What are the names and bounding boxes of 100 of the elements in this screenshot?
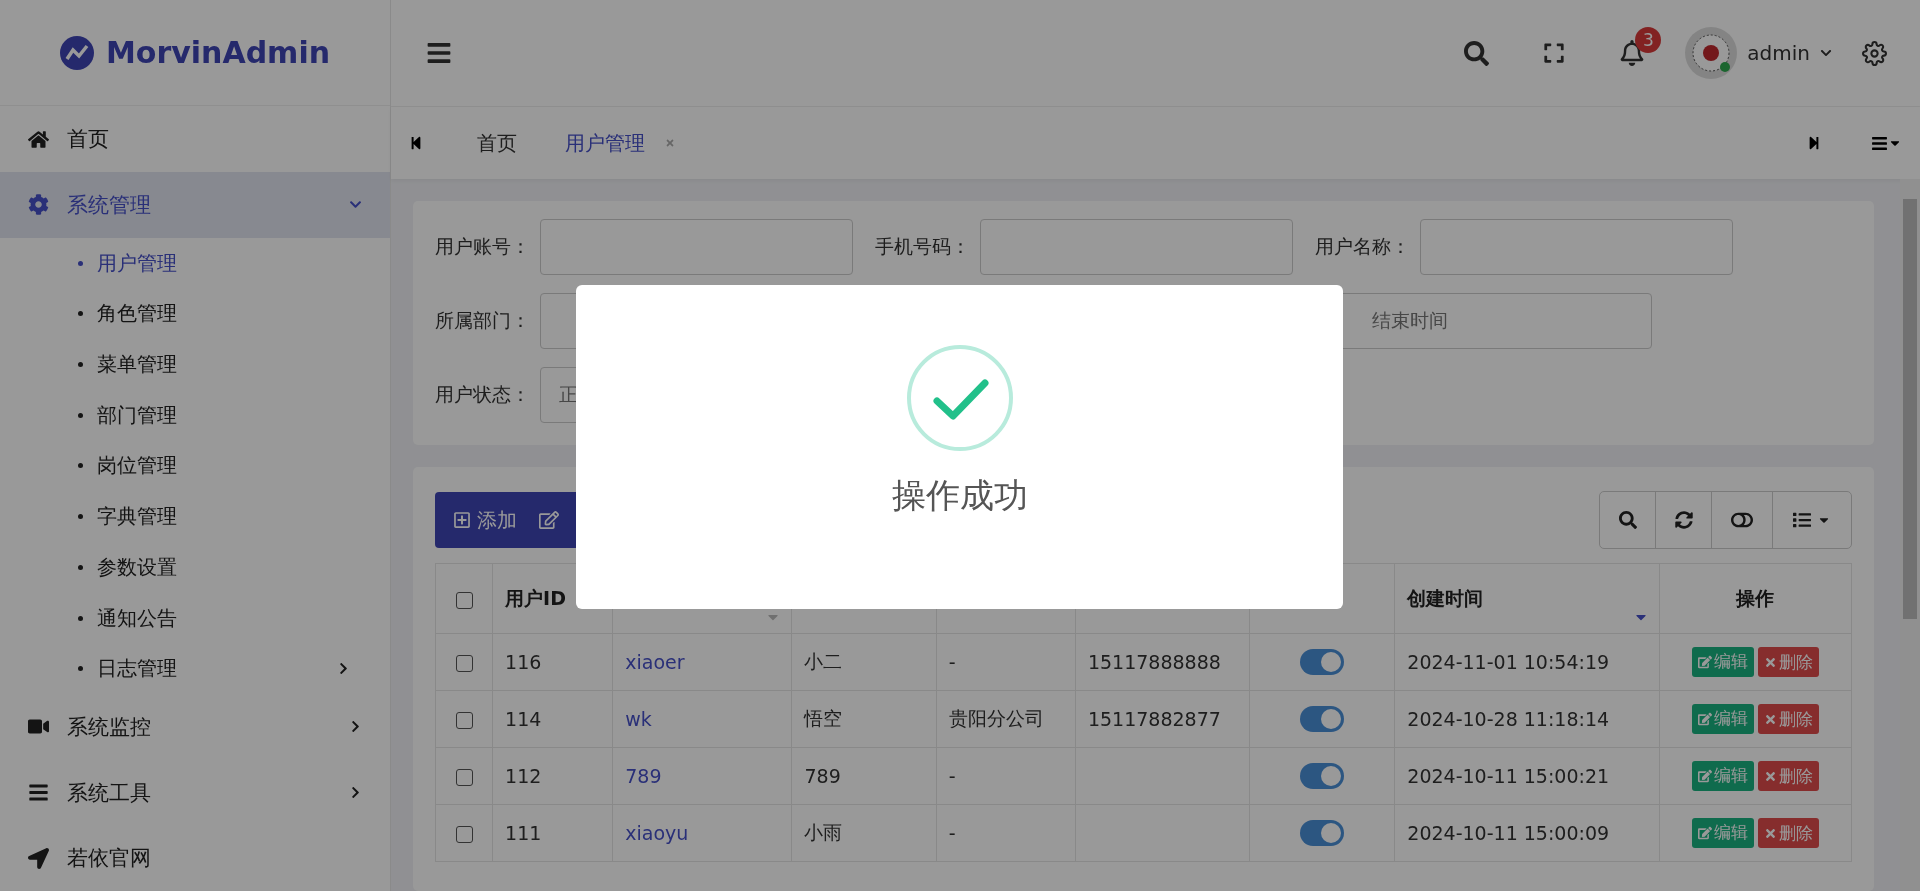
logo-icon <box>59 35 94 70</box>
avatar[interactable] <box>1685 27 1738 79</box>
table-cell: 15117888888 <box>1075 633 1250 691</box>
table-cell: 116 <box>492 633 613 691</box>
page-tab[interactable]: 用户管理 <box>541 129 699 157</box>
edit-icon[interactable] <box>539 510 559 530</box>
bullet-icon <box>78 463 83 469</box>
table-cell: 2024-10-11 15:00:21 <box>1394 747 1660 805</box>
delete-button[interactable]: 删除 <box>1757 818 1819 849</box>
page-tab[interactable]: 首页 <box>453 129 541 157</box>
account-link[interactable]: xiaoyu <box>625 822 689 844</box>
gear-icon <box>28 194 49 216</box>
checkbox[interactable] <box>455 712 473 729</box>
chevron-down-icon <box>1820 47 1832 59</box>
status-switch[interactable] <box>1300 820 1345 846</box>
table-cell: 悟空 <box>792 690 937 748</box>
table-cell: - <box>936 633 1076 691</box>
sidebar-subitem[interactable]: 部门管理 <box>0 389 390 441</box>
delete-button[interactable]: 删除 <box>1757 704 1819 735</box>
table-cell: 114 <box>492 690 613 748</box>
bullet-icon <box>78 412 83 418</box>
bullet-icon <box>78 311 83 317</box>
table-cell: 小二 <box>792 633 937 691</box>
check-icon <box>904 343 1015 453</box>
close-icon <box>1763 769 1777 783</box>
status-switch[interactable] <box>1300 763 1345 789</box>
edit-icon <box>1697 711 1712 726</box>
table-cell: - <box>936 804 1076 862</box>
fullscreen-icon[interactable] <box>1543 42 1566 64</box>
bullet-icon <box>78 615 83 621</box>
bullet-icon <box>78 514 83 520</box>
dialog-message: 操作成功 <box>891 474 1028 517</box>
input-field[interactable] <box>980 219 1293 275</box>
edit-icon <box>1697 654 1712 669</box>
input-field[interactable] <box>540 219 853 275</box>
sidebar-item[interactable]: 系统监控 <box>0 694 390 760</box>
edit-icon <box>1697 768 1712 783</box>
status-switch[interactable] <box>1300 706 1345 732</box>
close-icon <box>1763 712 1777 726</box>
field-label: 用户账号： <box>435 234 531 259</box>
column-header[interactable]: 操作 <box>1736 586 1775 609</box>
menu-icon[interactable] <box>426 40 452 66</box>
field-label: 用户状态： <box>435 382 531 407</box>
input-field[interactable] <box>1420 219 1733 275</box>
search-icon <box>1618 511 1637 529</box>
sidebar-item[interactable]: 首页 <box>0 106 390 173</box>
close-icon <box>1763 826 1777 840</box>
table-cell: 111 <box>492 804 613 862</box>
table-cell: 2024-10-28 11:18:14 <box>1394 690 1660 748</box>
column-header[interactable]: 用户ID <box>505 586 566 609</box>
scrollbar-thumb[interactable] <box>1903 199 1917 619</box>
sidebar-subitem[interactable]: 岗位管理 <box>0 440 390 492</box>
bullet-icon <box>78 260 83 266</box>
table-cell: 15117882877 <box>1075 690 1250 748</box>
sidebar-subitem[interactable]: 字典管理 <box>0 491 390 542</box>
account-link[interactable]: xiaoer <box>625 651 685 673</box>
close-icon <box>1763 655 1777 669</box>
list-icon <box>1793 511 1811 529</box>
edit-icon <box>1697 825 1712 840</box>
checkbox[interactable] <box>455 591 473 609</box>
skip-back-icon[interactable] <box>409 136 423 150</box>
field-label: 所属部门： <box>435 308 531 333</box>
sidebar-item[interactable]: 若依官网 <box>0 825 390 891</box>
add-button[interactable]: 添加 <box>435 492 535 548</box>
checkbox[interactable] <box>455 769 473 786</box>
field-label: 手机号码： <box>875 234 971 259</box>
table-cell: - <box>936 747 1076 805</box>
delete-button[interactable]: 删除 <box>1757 761 1819 792</box>
sidebar-item[interactable]: 系统工具 <box>0 759 390 826</box>
checkbox[interactable] <box>455 826 473 843</box>
column-header[interactable]: 创建时间 <box>1407 586 1484 609</box>
sidebar-subitem[interactable]: 参数设置 <box>0 541 390 593</box>
tab-menu-icon[interactable] <box>1871 134 1902 152</box>
settings-icon[interactable] <box>1861 40 1887 66</box>
menu-icon <box>28 782 49 804</box>
status-switch[interactable] <box>1300 649 1345 675</box>
user-name[interactable]: admin <box>1747 41 1810 65</box>
table-cell: 112 <box>492 747 613 805</box>
bullet-icon <box>78 564 83 570</box>
skip-forward-icon[interactable] <box>1807 136 1821 150</box>
table-cell: 789 <box>792 747 937 805</box>
sidebar-subitem[interactable]: 日志管理 <box>0 643 390 695</box>
refresh-icon <box>1674 511 1693 529</box>
brand-name: MorvinAdmin <box>105 35 331 71</box>
account-link[interactable]: 789 <box>625 765 662 787</box>
checkbox[interactable] <box>455 655 473 672</box>
sidebar-subitem[interactable]: 角色管理 <box>0 288 390 340</box>
sidebar-subitem[interactable]: 通知公告 <box>0 592 390 644</box>
location-arrow-icon <box>28 847 49 869</box>
account-link[interactable]: wk <box>625 708 652 730</box>
home-icon <box>28 128 49 150</box>
bullet-icon <box>78 361 83 367</box>
sidebar-item[interactable]: 系统管理 <box>0 172 390 238</box>
table-cell: 2024-11-01 10:54:19 <box>1394 633 1660 691</box>
field-label: 用户名称： <box>1315 234 1411 259</box>
sidebar-subitem[interactable]: 菜单管理 <box>0 339 390 390</box>
delete-button[interactable]: 删除 <box>1757 647 1819 678</box>
search-icon[interactable] <box>1463 40 1489 66</box>
notification-badge: 3 <box>1635 27 1662 53</box>
sidebar-subitem[interactable]: 用户管理 <box>0 237 390 289</box>
